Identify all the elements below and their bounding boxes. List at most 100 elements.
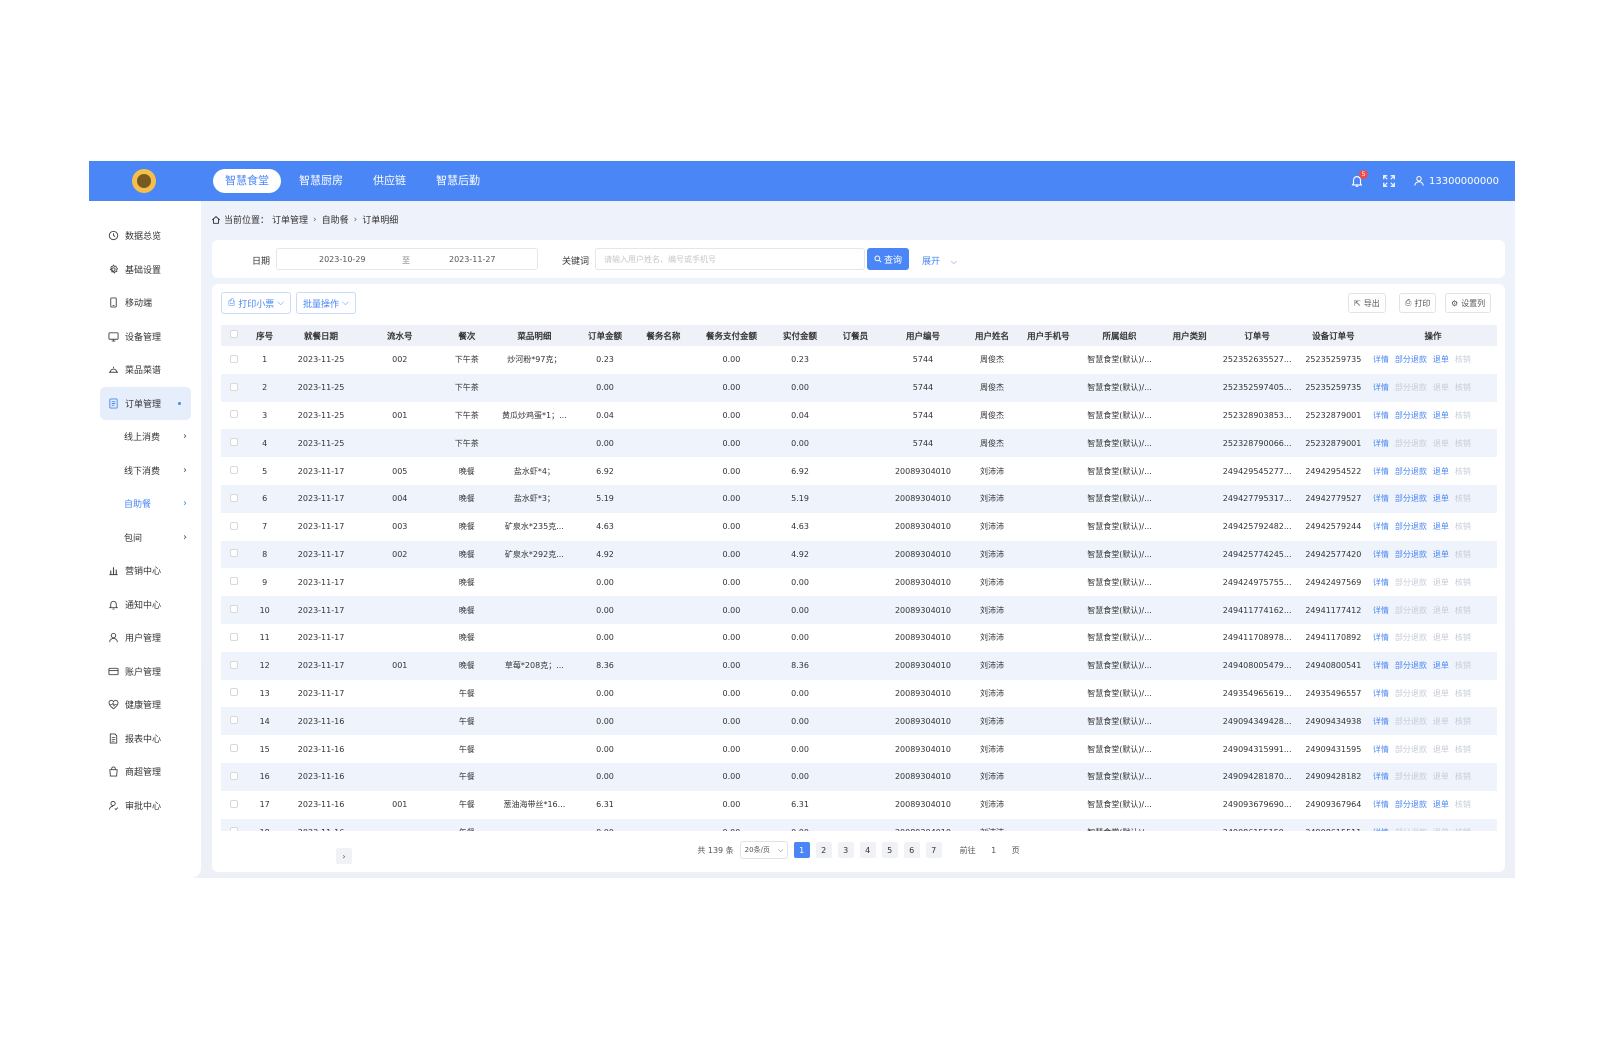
detail-link[interactable]: 详情 [1373,467,1389,476]
sidebar-item[interactable]: 数据总览 [89,219,201,253]
sidebar-item[interactable]: 商超管理 [89,755,201,789]
detail-link[interactable]: 详情 [1373,717,1389,726]
sidebar-item[interactable]: 健康管理 [89,688,201,722]
row-checkbox[interactable] [230,549,239,558]
sidebar-item[interactable]: 基础设置 [89,253,201,287]
row-checkbox[interactable] [230,771,239,780]
cancel-order-link[interactable]: 退单 [1433,550,1449,559]
sidebar-subitem[interactable]: 包间 › [89,521,201,555]
detail-link[interactable]: 详情 [1373,578,1389,587]
partial-refund-link[interactable]: 部分退款 [1395,411,1427,420]
detail-link[interactable]: 详情 [1373,689,1389,698]
page-number-button[interactable]: 7 [925,842,942,858]
partial-refund-link[interactable]: 部分退款 [1395,467,1427,476]
table-row[interactable]: 3 2023-11-25 001 下午茶 黄瓜炒鸡蛋*1；... 0.04 0.00 0.04… [221,401,1497,430]
table-row[interactable]: 17 2023-11-16 001 午餐 葱油海带丝*16... 6.31 0.00 6.31… [221,790,1497,819]
sidebar-subitem[interactable]: 线下消费 › [89,454,201,488]
detail-link[interactable]: 详情 [1373,355,1389,364]
expand-toggle[interactable]: 展开 ⌵ [922,254,957,267]
page-size-select[interactable]: 20条/页 ⌵ [739,841,788,859]
page-number-button[interactable]: 4 [859,842,876,858]
partial-refund-link[interactable]: 部分退款 [1395,494,1427,503]
row-checkbox[interactable] [230,438,239,447]
table-row[interactable]: 5 2023-11-17 005 晚餐 盐水虾*4； 6.92 0.00 6.92 200893… [221,457,1497,485]
partial-refund-link[interactable]: 部分退款 [1395,355,1427,364]
sidebar-item[interactable]: 用户管理 [89,621,201,655]
table-row[interactable]: 12 2023-11-17 001 晚餐 草莓*208克；... 8.36 0.00 8.36… [221,651,1497,680]
sidebar-item[interactable]: 账户管理 [89,655,201,689]
table-row[interactable]: 4 2023-11-25 下午茶 0.00 0.00 0.00 5744 周俊杰 智慧食堂(默认… [221,429,1497,458]
row-checkbox[interactable] [230,521,239,530]
detail-link[interactable]: 详情 [1373,745,1389,754]
row-checkbox[interactable] [230,660,239,669]
cancel-order-link[interactable]: 退单 [1433,467,1449,476]
sidebar-item[interactable]: 报表中心 [89,722,201,756]
detail-link[interactable]: 详情 [1373,772,1389,781]
partial-refund-link[interactable]: 部分退款 [1395,661,1427,670]
partial-refund-link[interactable]: 部分退款 [1395,522,1427,531]
table-row[interactable]: 14 2023-11-16 午餐 0.00 0.00 0.00 20089304010 刘沛沛… [221,707,1497,736]
top-nav-item[interactable]: 智慧食堂 [213,169,281,193]
top-nav-item[interactable]: 智慧厨房 [287,169,355,193]
page-number-button[interactable]: 6 [903,842,920,858]
print-button[interactable]: ⎙ 打印 [1399,293,1437,313]
sidebar-item[interactable]: 移动端 [89,286,201,320]
detail-link[interactable]: 详情 [1373,828,1389,831]
row-checkbox[interactable] [230,799,239,808]
detail-link[interactable]: 详情 [1373,411,1389,420]
page-number-button[interactable]: 5 [881,842,898,858]
next-page-button[interactable]: › [336,848,352,864]
sidebar-item[interactable]: 菜品菜谱 [89,353,201,387]
select-all-checkbox[interactable] [230,330,239,338]
row-checkbox[interactable] [230,632,239,641]
fullscreen-icon[interactable] [1381,173,1397,189]
cancel-order-link[interactable]: 退单 [1433,661,1449,670]
column-settings-button[interactable]: ⚙ 设置列 [1445,293,1492,313]
cancel-order-link[interactable]: 退单 [1433,355,1449,364]
batch-operations-dropdown[interactable]: 批量操作 ⌵ [296,292,356,314]
sidebar-item[interactable]: 设备管理 [89,320,201,354]
table-row[interactable]: 16 2023-11-16 午餐 0.00 0.00 0.00 20089304010 刘沛沛… [221,762,1497,791]
sidebar-item[interactable]: 营销中心 [89,554,201,588]
breadcrumb-item[interactable]: 订单管理 [272,213,308,226]
table-row[interactable]: 182023-11-16午餐0.000.000.0020089304010刘沛沛… [221,818,1497,831]
table-row[interactable]: 2 2023-11-25 下午茶 0.00 0.00 0.00 5744 周俊杰 智慧食堂(默认… [221,373,1497,402]
cancel-order-link[interactable]: 退单 [1433,522,1449,531]
row-checkbox[interactable] [230,716,239,725]
table-row[interactable]: 10 2023-11-17 晚餐 0.00 0.00 0.00 20089304010 刘沛沛… [221,596,1497,624]
keyword-input[interactable]: 请输入用户姓名、编号或手机号 [595,248,865,270]
cancel-order-link[interactable]: 退单 [1433,800,1449,809]
row-checkbox[interactable] [230,688,239,697]
table-row[interactable]: 15 2023-11-16 午餐 0.00 0.00 0.00 20089304010 刘沛沛… [221,735,1497,763]
search-button[interactable]: 查询 [867,248,909,270]
sidebar-item[interactable]: 审批中心 [89,789,201,823]
cancel-order-link[interactable]: 退单 [1433,494,1449,503]
top-nav-item[interactable]: 供应链 [361,169,418,193]
date-range-picker[interactable]: 2023-10-29 至 2023-11-27 [276,248,538,270]
sidebar-subitem[interactable]: 自助餐 › [89,487,201,521]
user-menu[interactable]: 13300000000 [1413,175,1499,187]
detail-link[interactable]: 详情 [1373,633,1389,642]
row-checkbox[interactable] [230,827,239,831]
print-receipt-dropdown[interactable]: ⎙ 打印小票 ⌵ [221,292,292,314]
goto-page-input[interactable]: 1 [982,846,1006,855]
table-row[interactable]: 7 2023-11-17 003 晚餐 矿泉水*235克... 4.63 0.00 4.63 2… [221,512,1497,541]
row-checkbox[interactable] [230,744,239,753]
detail-link[interactable]: 详情 [1373,522,1389,531]
detail-link[interactable]: 详情 [1373,383,1389,392]
row-checkbox[interactable] [230,410,239,419]
row-checkbox[interactable] [230,577,239,586]
top-nav-item[interactable]: 智慧后勤 [424,169,492,193]
sidebar-item[interactable]: 订单管理 [100,386,191,420]
table-row[interactable]: 13 2023-11-17 午餐 0.00 0.00 0.00 20089304010 刘沛沛… [221,679,1497,708]
table-row[interactable]: 8 2023-11-17 002 晚餐 矿泉水*292克... 4.92 0.00 4.92 2… [221,540,1497,569]
sidebar-subitem[interactable]: 线上消费 › [89,420,201,454]
row-checkbox[interactable] [230,382,239,391]
table-row[interactable]: 11 2023-11-17 晚餐 0.00 0.00 0.00 20089304010 刘沛沛… [221,623,1497,652]
page-number-button[interactable]: 1 [793,842,810,858]
detail-link[interactable]: 详情 [1373,661,1389,670]
table-row[interactable]: 9 2023-11-17 晚餐 0.00 0.00 0.00 20089304010 刘沛沛 智… [221,568,1497,597]
detail-link[interactable]: 详情 [1373,800,1389,809]
table-row[interactable]: 1 2023-11-25 002 下午茶 炒河粉*97克； 0.23 0.00 0.23 574… [221,346,1497,374]
detail-link[interactable]: 详情 [1373,550,1389,559]
